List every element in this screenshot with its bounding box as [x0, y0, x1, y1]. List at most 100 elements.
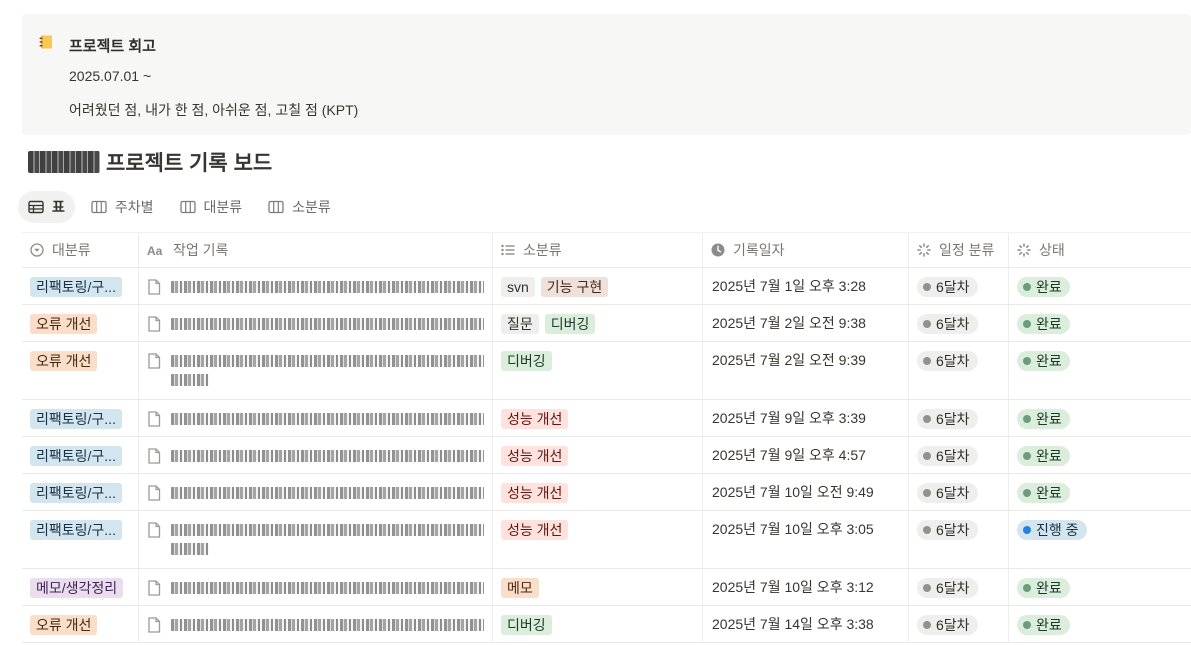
- major-category-cell[interactable]: 오류 개선: [22, 606, 138, 642]
- status-cell[interactable]: 진행 중: [1008, 511, 1191, 568]
- minor-category-tag[interactable]: 디버깅: [501, 351, 552, 371]
- major-category-cell[interactable]: 리팩토링/구...: [22, 400, 138, 436]
- major-category-tag[interactable]: 리팩토링/구...: [30, 446, 122, 466]
- status-pill[interactable]: 완료: [1017, 578, 1070, 598]
- column-header-major-category[interactable]: 대분류: [22, 233, 138, 267]
- status-cell[interactable]: 완료: [1008, 400, 1191, 436]
- minor-category-tag[interactable]: 성능 개선: [501, 409, 569, 429]
- date-cell[interactable]: 2025년 7월 9일 오후 4:57: [702, 437, 908, 473]
- status-pill[interactable]: 완료: [1017, 314, 1070, 334]
- status-pill[interactable]: 완료: [1017, 351, 1070, 371]
- status-pill[interactable]: 완료: [1017, 483, 1070, 503]
- minor-category-cell[interactable]: svn 기능 구현: [492, 268, 702, 304]
- status-cell[interactable]: 완료: [1008, 474, 1191, 510]
- major-category-cell[interactable]: 오류 개선: [22, 305, 138, 341]
- schedule-cell[interactable]: 6달차: [908, 511, 1008, 568]
- tab-minor-category[interactable]: 소분류: [258, 191, 341, 223]
- schedule-status-pill[interactable]: 6달차: [917, 409, 978, 429]
- minor-category-cell[interactable]: 디버깅: [492, 342, 702, 399]
- major-category-tag[interactable]: 리팩토링/구...: [30, 483, 122, 503]
- minor-category-cell[interactable]: 성능 개선: [492, 400, 702, 436]
- status-pill[interactable]: 완료: [1017, 615, 1070, 635]
- column-header-work-log[interactable]: Aa 작업 기록: [138, 233, 492, 267]
- date-cell[interactable]: 2025년 7월 1일 오후 3:28: [702, 268, 908, 304]
- minor-category-tag[interactable]: 성능 개선: [501, 520, 569, 540]
- schedule-cell[interactable]: 6달차: [908, 400, 1008, 436]
- schedule-status-pill[interactable]: 6달차: [917, 615, 978, 635]
- minor-category-tag[interactable]: 기능 구현: [540, 277, 609, 297]
- minor-category-tag[interactable]: 디버깅: [501, 615, 552, 635]
- major-category-tag[interactable]: 오류 개선: [30, 314, 98, 334]
- minor-category-cell[interactable]: 디버깅: [492, 606, 702, 642]
- redacted-title[interactable]: [171, 315, 484, 341]
- minor-category-cell[interactable]: 성능 개선: [492, 474, 702, 510]
- date-cell[interactable]: 2025년 7월 9일 오후 3:39: [702, 400, 908, 436]
- schedule-cell[interactable]: 6달차: [908, 342, 1008, 399]
- column-header-minor-category[interactable]: 소분류: [492, 233, 702, 267]
- status-pill[interactable]: 진행 중: [1017, 520, 1087, 540]
- work-log-title-cell[interactable]: [138, 511, 492, 568]
- date-cell[interactable]: 2025년 7월 10일 오전 9:49: [702, 474, 908, 510]
- status-cell[interactable]: 완료: [1008, 437, 1191, 473]
- schedule-status-pill[interactable]: 6달차: [917, 277, 978, 297]
- minor-category-cell[interactable]: 메모: [492, 569, 702, 605]
- major-category-cell[interactable]: 오류 개선: [22, 342, 138, 399]
- status-cell[interactable]: 완료: [1008, 569, 1191, 605]
- schedule-status-pill[interactable]: 6달차: [917, 578, 978, 598]
- major-category-tag[interactable]: 리팩토링/구...: [30, 409, 122, 429]
- major-category-cell[interactable]: 리팩토링/구...: [22, 268, 138, 304]
- table-row[interactable]: 오류 개선 디버깅 2025년 7월 2일 오전 9:39 6달차 완료: [22, 342, 1191, 400]
- work-log-title-cell[interactable]: [138, 400, 492, 436]
- major-category-cell[interactable]: 리팩토링/구...: [22, 511, 138, 568]
- work-log-title-cell[interactable]: [138, 268, 492, 304]
- tab-major-category[interactable]: 대분류: [170, 191, 253, 223]
- table-row[interactable]: 리팩토링/구... 성능 개선 2025년 7월 9일 오후 3:39 6달차 완료: [22, 400, 1191, 437]
- date-cell[interactable]: 2025년 7월 2일 오전 9:39: [702, 342, 908, 399]
- redacted-title[interactable]: [171, 484, 484, 510]
- schedule-status-pill[interactable]: 6달차: [917, 351, 978, 371]
- schedule-cell[interactable]: 6달차: [908, 474, 1008, 510]
- status-cell[interactable]: 완료: [1008, 342, 1191, 399]
- schedule-cell[interactable]: 6달차: [908, 569, 1008, 605]
- minor-category-tag[interactable]: 디버깅: [544, 314, 596, 334]
- tab-table[interactable]: 표: [18, 191, 75, 223]
- schedule-status-pill[interactable]: 6달차: [917, 314, 978, 334]
- table-row[interactable]: 오류 개선 디버깅 2025년 7월 14일 오후 3:38 6달차 완료: [22, 606, 1191, 643]
- schedule-cell[interactable]: 6달차: [908, 268, 1008, 304]
- minor-category-tag[interactable]: 성능 개선: [501, 483, 569, 503]
- redacted-title[interactable]: [171, 278, 484, 304]
- work-log-title-cell[interactable]: [138, 474, 492, 510]
- redacted-title[interactable]: [171, 579, 484, 605]
- redacted-title[interactable]: [171, 352, 484, 399]
- status-pill[interactable]: 완료: [1017, 277, 1070, 297]
- status-cell[interactable]: 완료: [1008, 268, 1191, 304]
- minor-category-tag[interactable]: svn: [501, 277, 535, 297]
- work-log-title-cell[interactable]: [138, 606, 492, 642]
- table-row[interactable]: 리팩토링/구... svn 기능 구현 2025년 7월 1일 오후 3:28 6달차 완…: [22, 268, 1191, 305]
- major-category-tag[interactable]: 오류 개선: [30, 351, 98, 371]
- minor-category-tag[interactable]: 성능 개선: [501, 446, 569, 466]
- column-header-status[interactable]: 상태: [1008, 233, 1191, 267]
- schedule-status-pill[interactable]: 6달차: [917, 483, 978, 503]
- status-pill[interactable]: 완료: [1017, 409, 1070, 429]
- minor-category-cell[interactable]: 질문 디버깅: [492, 305, 702, 341]
- schedule-status-pill[interactable]: 6달차: [917, 520, 978, 540]
- major-category-tag[interactable]: 메모/생각정리: [30, 578, 124, 598]
- major-category-tag[interactable]: 리팩토링/구...: [30, 520, 122, 540]
- column-header-date[interactable]: 기록일자: [702, 233, 908, 267]
- date-cell[interactable]: 2025년 7월 14일 오후 3:38: [702, 606, 908, 642]
- status-pill[interactable]: 완료: [1017, 446, 1070, 466]
- table-row[interactable]: 오류 개선 질문 디버깅 2025년 7월 2일 오전 9:38 6달차 완료: [22, 305, 1191, 342]
- status-cell[interactable]: 완료: [1008, 606, 1191, 642]
- date-cell[interactable]: 2025년 7월 10일 오후 3:05: [702, 511, 908, 568]
- table-row[interactable]: 리팩토링/구... 성능 개선 2025년 7월 9일 오후 4:57 6달차 완료: [22, 437, 1191, 474]
- major-category-cell[interactable]: 메모/생각정리: [22, 569, 138, 605]
- schedule-status-pill[interactable]: 6달차: [917, 446, 978, 466]
- schedule-cell[interactable]: 6달차: [908, 437, 1008, 473]
- redacted-title[interactable]: [171, 447, 484, 473]
- table-row[interactable]: 리팩토링/구... 성능 개선 2025년 7월 10일 오후 3:05 6달차 진행 …: [22, 511, 1191, 569]
- minor-category-cell[interactable]: 성능 개선: [492, 437, 702, 473]
- major-category-tag[interactable]: 오류 개선: [30, 615, 98, 635]
- redacted-title[interactable]: [171, 521, 484, 568]
- major-category-cell[interactable]: 리팩토링/구...: [22, 437, 138, 473]
